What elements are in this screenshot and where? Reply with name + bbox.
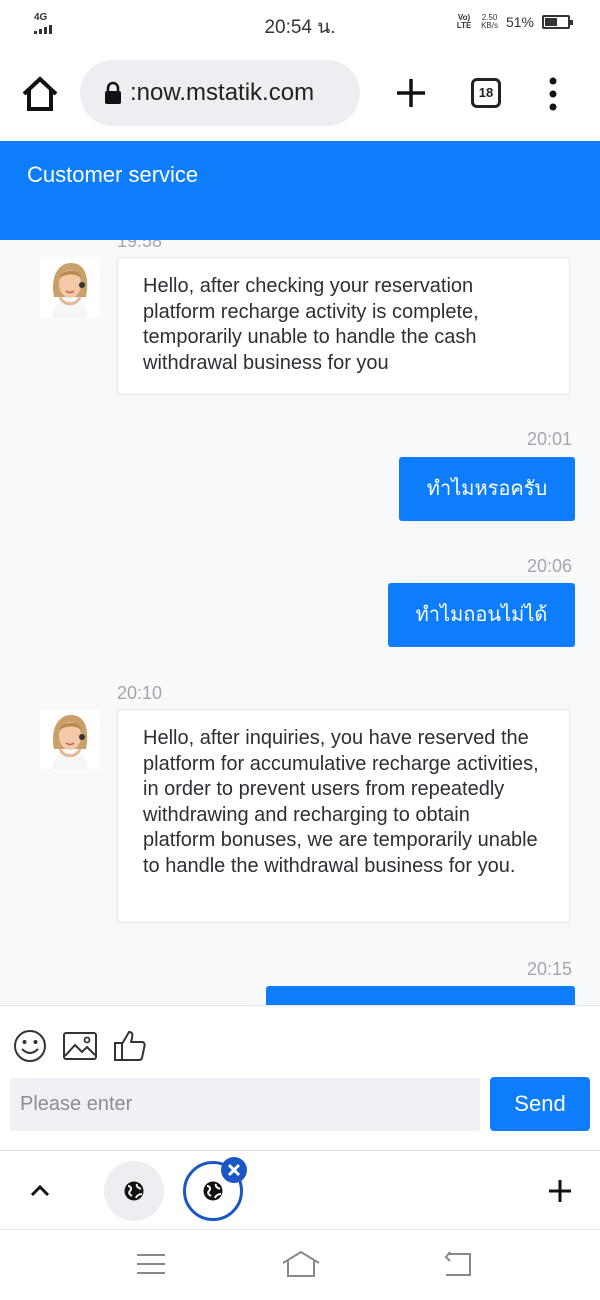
tab-thumbnail[interactable] (104, 1161, 164, 1221)
battery-fill (545, 18, 558, 26)
home-icon[interactable] (20, 76, 60, 112)
chevron-up-icon[interactable] (28, 1179, 52, 1203)
message-timestamp: 20:15 (527, 959, 573, 979)
user-message: ทำไมถอนไม่ได้ (388, 583, 575, 647)
battery-percent: 51% (505, 14, 534, 30)
plus-icon[interactable] (548, 1179, 572, 1203)
tabs-count-button[interactable]: 18 (471, 78, 501, 108)
plus-icon[interactable] (394, 76, 428, 110)
page-title: Customer service (27, 162, 199, 187)
agent-message: Hello, after inquiries, you have reserve… (117, 709, 570, 923)
agent-message: Hello, after checking your reservation p… (117, 257, 570, 395)
message-timestamp: 19:58 (117, 240, 163, 251)
address-bar[interactable]: :now.mstatik.com (80, 60, 360, 126)
image-icon[interactable] (62, 1028, 98, 1064)
close-icon (227, 1163, 241, 1177)
network-speed-unit: KB/s (481, 21, 498, 30)
more-icon[interactable] (545, 76, 561, 112)
agent-avatar-image (40, 709, 100, 769)
page-header: Customer service (0, 141, 600, 240)
volte-indicator: Vo) LTE (456, 13, 472, 30)
back-icon[interactable] (440, 1249, 474, 1279)
close-tab-button[interactable] (221, 1157, 247, 1183)
url-text: :now.mstatik.com (130, 79, 315, 106)
lock-icon (105, 81, 121, 104)
message-input[interactable] (10, 1078, 480, 1131)
system-navigation-bar (0, 1231, 600, 1300)
agent-avatar (40, 709, 100, 769)
menu-icon[interactable] (134, 1249, 168, 1279)
browser-bottom-bar (0, 1150, 600, 1230)
browser-toolbar: :now.mstatik.com 18 (0, 48, 600, 140)
message-timestamp: 20:10 (117, 683, 163, 703)
message-composer: Send (0, 1005, 600, 1150)
chat-area[interactable]: 19:58 Hello, after checking your reserva… (0, 240, 600, 1005)
globe-icon (203, 1181, 223, 1201)
emoji-icon[interactable] (12, 1028, 48, 1064)
user-message: ทำไมหรอครับ (399, 457, 575, 521)
home-outline-icon[interactable] (281, 1249, 321, 1279)
send-button[interactable]: Send (490, 1077, 590, 1131)
globe-icon (124, 1181, 144, 1201)
message-timestamp: 20:01 (527, 429, 573, 449)
message-timestamp: 20:06 (527, 556, 573, 576)
battery-icon (542, 15, 573, 29)
status-bar: 4G 20:54 น. Vo) LTE 2.50 KB/s 51% (0, 0, 600, 48)
thumbs-up-icon[interactable] (112, 1028, 148, 1064)
network-speed: 2.50 KB/s (481, 14, 498, 30)
agent-avatar (40, 257, 100, 317)
agent-avatar-image (40, 257, 100, 317)
user-message (266, 986, 575, 1005)
